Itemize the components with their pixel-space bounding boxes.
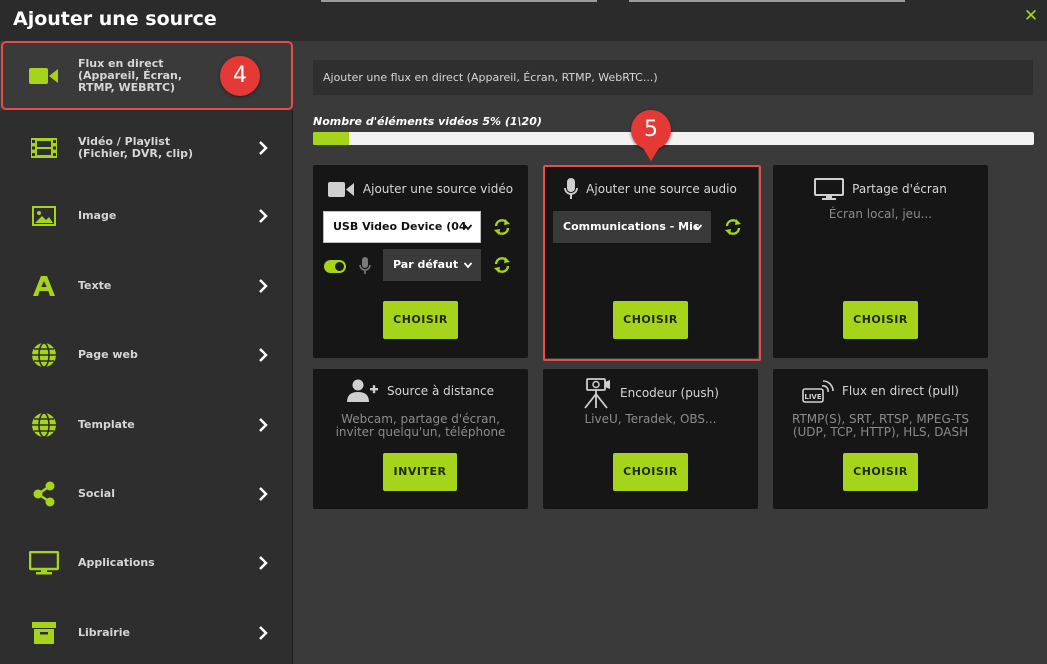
sidebar-item-label: Page web [78, 347, 138, 361]
info-bar: Ajouter une flux en direct (Appareil, Éc… [313, 60, 1033, 95]
choose-encoder-button[interactable]: CHOISIR [613, 453, 688, 491]
card-encoder-push: Encodeur (push) LiveU, Teradek, OBS... C… [543, 369, 758, 509]
card-screen-share: Partage d'écran Écran local, jeu... CHOI… [773, 165, 988, 358]
sidebar-item-label: Vidéo / Playlist (Fichier, DVR, clip) [78, 134, 194, 160]
add-user-icon [346, 379, 378, 402]
chevron-right-icon [259, 140, 268, 155]
chevron-down-icon [464, 224, 472, 231]
monitor-icon [814, 178, 845, 200]
sidebar-item-label: Social [78, 486, 115, 500]
refresh-icon[interactable] [493, 218, 511, 236]
film-icon [29, 133, 59, 163]
chevron-right-icon [259, 347, 268, 362]
audio-device-select[interactable]: Par défaut [383, 249, 481, 281]
card-title: Source à distance [386, 384, 495, 398]
progress-fill [313, 132, 350, 145]
card-description: LiveU, Teradek, OBS... [584, 412, 717, 426]
card-header: LIVE Flux en direct (pull) [773, 379, 988, 403]
card-header: Encodeur (push) [543, 377, 758, 409]
card-remote-source: Source à distance Webcam, partage d'écra… [313, 369, 528, 509]
chevron-right-icon [259, 208, 268, 223]
sidebar-item-label: Librairie [78, 625, 130, 639]
choose-screen-button[interactable]: CHOISIR [843, 301, 918, 339]
sidebar: Flux en direct (Appareil, Écran, RTMP, W… [0, 41, 293, 664]
sidebar-item-video-playlist[interactable]: Vidéo / Playlist (Fichier, DVR, clip) [0, 113, 293, 182]
live-broadcast-icon: LIVE [802, 380, 834, 403]
top-divider [321, 0, 597, 2]
video-camera-icon [327, 181, 354, 197]
refresh-icon[interactable] [493, 256, 511, 274]
sidebar-item-label: Texte [78, 278, 112, 292]
chevron-right-icon [259, 278, 268, 293]
card-title: Ajouter une source vidéo [362, 182, 514, 196]
card-title: Partage d'écran [852, 182, 947, 196]
globe-icon [29, 410, 59, 440]
invite-button[interactable]: INVITER [383, 453, 457, 491]
card-live-pull: LIVE Flux en direct (pull) RTMP(S), SRT,… [773, 369, 988, 509]
sidebar-item-library[interactable]: Librairie [0, 598, 293, 664]
sidebar-item-template[interactable]: Template [0, 390, 293, 459]
progress-label: Nombre d'éléments vidéos 5% (1\20) [313, 115, 542, 128]
choose-pull-button[interactable]: CHOISIR [843, 453, 918, 491]
archive-icon [29, 618, 59, 648]
step-badge-5: 5 [631, 110, 671, 161]
card-header: Ajouter une source vidéo [313, 177, 528, 201]
chevron-down-icon [464, 262, 472, 269]
dialog-title: Ajouter une source [13, 8, 217, 30]
audio-toggle[interactable] [324, 260, 346, 273]
choose-video-button[interactable]: CHOISIR [383, 301, 458, 339]
chevron-right-icon [259, 625, 268, 640]
camera-tripod-icon [584, 378, 611, 409]
sidebar-item-label: Image [78, 208, 117, 222]
svg-text:LIVE: LIVE [804, 393, 821, 401]
sidebar-item-applications[interactable]: Applications [0, 528, 293, 597]
video-device-select[interactable]: USB Video Device (04 [323, 211, 481, 243]
close-icon[interactable]: ✕ [1023, 8, 1039, 25]
highlight-frame [543, 165, 761, 361]
monitor-icon [29, 548, 59, 578]
title-bar: Ajouter une source ✕ [0, 0, 1047, 41]
sidebar-item-label: Applications [78, 555, 155, 569]
image-icon [29, 201, 59, 231]
card-header: Source à distance [313, 379, 528, 403]
sidebar-item-text[interactable]: Texte [0, 251, 293, 320]
select-value: Par défaut [393, 258, 459, 271]
main-panel: Ajouter une flux en direct (Appareil, Éc… [294, 41, 1047, 664]
select-value: USB Video Device (04 [333, 220, 467, 233]
chevron-right-icon [259, 555, 268, 570]
card-description: Écran local, jeu... [828, 207, 933, 221]
share-icon [29, 479, 59, 509]
chevron-right-icon [259, 417, 268, 432]
sidebar-item-image[interactable]: Image [0, 181, 293, 250]
card-header: Partage d'écran [773, 177, 988, 201]
sidebar-item-social[interactable]: Social [0, 459, 293, 528]
sidebar-item-web-page[interactable]: Page web [0, 320, 293, 389]
chevron-right-icon [259, 486, 268, 501]
globe-icon [29, 340, 59, 370]
card-description: Webcam, partage d'écran, inviter quelqu'… [335, 412, 506, 439]
card-description: RTMP(S), SRT, RTSP, MPEG-TS (UDP, TCP, H… [792, 412, 969, 439]
card-video-source: Ajouter une source vidéo USB Video Devic… [313, 165, 528, 358]
microphone-icon [359, 257, 371, 274]
step-badge-4: 4 [220, 56, 260, 96]
top-divider [629, 0, 905, 2]
card-title: Flux en direct (pull) [842, 384, 959, 398]
text-icon [29, 271, 59, 301]
card-title: Encodeur (push) [620, 386, 719, 400]
progress-bar [313, 132, 1034, 145]
sidebar-item-label: Template [78, 417, 135, 431]
